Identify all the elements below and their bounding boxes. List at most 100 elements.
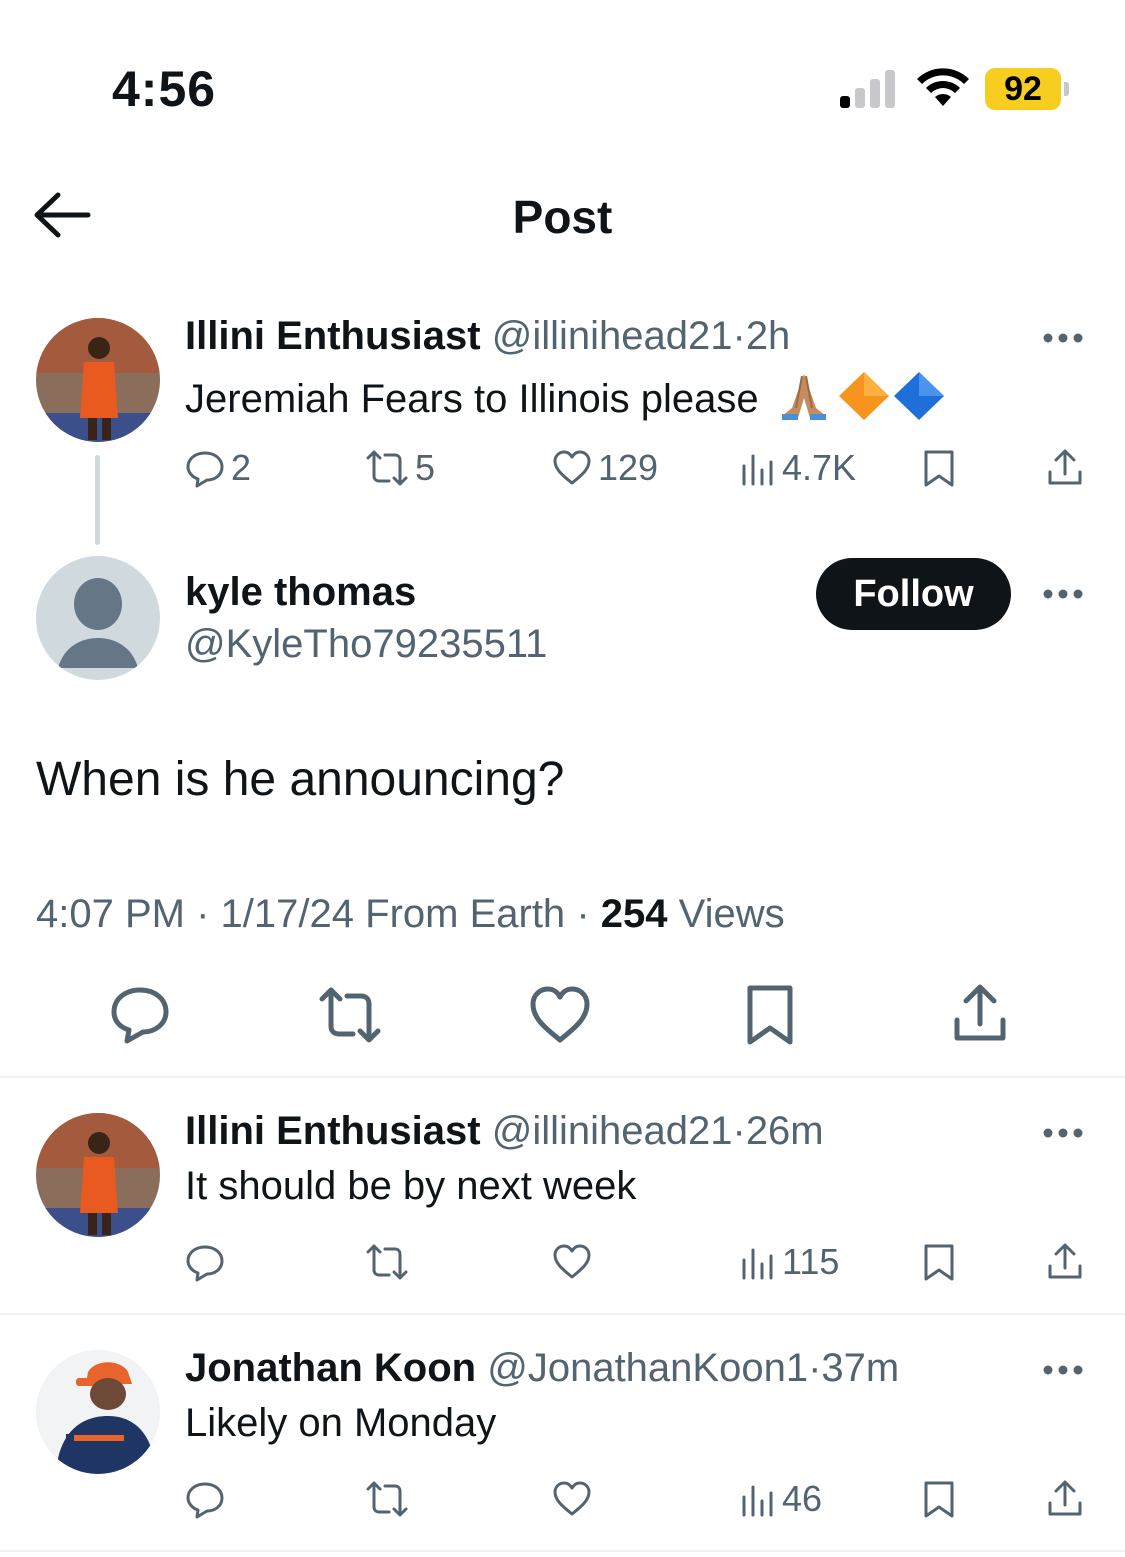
- handle[interactable]: @JonathanKoon1: [487, 1346, 808, 1390]
- follow-button[interactable]: Follow: [816, 558, 1011, 630]
- display-name[interactable]: kyle thomas: [185, 570, 416, 614]
- reply-button[interactable]: 2: [185, 443, 251, 493]
- blue-diamond-icon: [893, 372, 944, 420]
- more-options-icon[interactable]: [1041, 1363, 1085, 1377]
- repost-button[interactable]: 5: [365, 443, 435, 493]
- bookmark-icon: [924, 1481, 954, 1518]
- page-title: Post: [512, 191, 613, 243]
- bookmark-button[interactable]: [922, 1474, 956, 1524]
- battery-indicator: 92: [985, 68, 1073, 110]
- views-button[interactable]: 46: [740, 1474, 822, 1524]
- views-label: Views: [678, 892, 785, 936]
- display-name[interactable]: Illini Enthusiast: [185, 314, 481, 358]
- main-tweet-author-name: kyle thomas: [185, 570, 416, 615]
- share-icon: [1048, 1243, 1082, 1279]
- display-name[interactable]: Illini Enthusiast: [185, 1109, 481, 1153]
- share-icon: [1048, 449, 1082, 485]
- reply-icon: [186, 451, 224, 488]
- separator: ·: [576, 892, 590, 936]
- repost-icon[interactable]: [315, 980, 385, 1050]
- repost-count: 5: [415, 447, 436, 488]
- tweet-text: Jeremiah Fears to Illinois please: [185, 377, 759, 421]
- handle[interactable]: @illinihead21: [492, 314, 733, 358]
- tweet-metadata: 4:07 PM · 1/17/24 From Earth · 254 Views: [36, 892, 785, 937]
- avatar-illini-enthusiast[interactable]: [36, 318, 160, 442]
- repost-icon: [366, 1481, 408, 1517]
- repost-button[interactable]: [365, 1474, 409, 1524]
- views-button[interactable]: 4.7K: [740, 443, 856, 493]
- tweet-age: 2h: [745, 314, 791, 358]
- avatar-kyle-thomas[interactable]: [36, 556, 160, 680]
- more-options-icon[interactable]: [1041, 331, 1085, 345]
- divider: [0, 1076, 1125, 1078]
- repost-icon: [366, 1244, 408, 1280]
- separator: ·: [732, 314, 746, 358]
- heart-icon[interactable]: [525, 980, 595, 1050]
- share-button[interactable]: [1045, 1474, 1085, 1524]
- reply-button[interactable]: [185, 1237, 225, 1287]
- cellular-signal-icon: [840, 70, 895, 108]
- handle[interactable]: @illinihead21: [492, 1109, 733, 1153]
- avatar-jonathan-koon[interactable]: [36, 1350, 160, 1474]
- status-bar: 4:56 92: [0, 0, 1125, 150]
- heart-icon: [553, 450, 591, 485]
- view-count: 4.7K: [782, 447, 857, 488]
- reply-icon: [186, 1245, 224, 1282]
- heart-icon: [553, 1244, 591, 1279]
- display-name[interactable]: Jonathan Koon: [185, 1346, 476, 1390]
- bookmark-icon: [924, 450, 954, 487]
- tweet-source: From Earth: [365, 892, 566, 936]
- bookmark-icon[interactable]: [735, 980, 805, 1050]
- more-options-icon[interactable]: [1041, 587, 1085, 601]
- separator: ·: [808, 1346, 822, 1390]
- status-time: 4:56: [112, 61, 217, 117]
- like-count: 129: [598, 447, 659, 488]
- view-count: 46: [782, 1478, 823, 1519]
- repost-button[interactable]: [365, 1237, 409, 1287]
- battery-level: 92: [1004, 70, 1042, 108]
- header: Post: [0, 160, 1125, 270]
- bookmark-button[interactable]: [922, 1237, 956, 1287]
- like-button[interactable]: 129: [552, 443, 658, 493]
- views-count: 254: [600, 892, 668, 936]
- tweet-time[interactable]: 4:07 PM: [36, 892, 185, 936]
- analytics-icon: [742, 454, 773, 486]
- views-button[interactable]: 115: [740, 1237, 839, 1287]
- reply-button[interactable]: [185, 1474, 225, 1524]
- heart-icon: [553, 1481, 591, 1516]
- reply-icon[interactable]: [105, 980, 175, 1050]
- share-button[interactable]: [1045, 1237, 1085, 1287]
- main-tweet-text: When is he announcing?: [36, 753, 565, 806]
- emoji-group: [781, 372, 944, 420]
- main-tweet-author-handle: @KyleTho79235511: [185, 622, 547, 667]
- like-button[interactable]: [552, 1474, 592, 1524]
- like-button[interactable]: [552, 1237, 592, 1287]
- more-options-icon[interactable]: [1041, 1126, 1085, 1140]
- parent-tweet-header: Illini Enthusiast @illinihead21·2h: [185, 314, 790, 359]
- separator: ·: [732, 1109, 746, 1153]
- bookmark-button[interactable]: [922, 443, 956, 493]
- folded-hands-icon: [781, 374, 826, 420]
- handle[interactable]: @KyleTho79235511: [185, 622, 547, 666]
- share-icon[interactable]: [945, 980, 1015, 1050]
- reply-icon: [186, 1482, 224, 1519]
- reply-count: 2: [231, 447, 252, 488]
- orange-diamond-icon: [838, 372, 889, 420]
- parent-tweet-text: Jeremiah Fears to Illinois please: [185, 368, 946, 422]
- analytics-icon: [742, 1248, 773, 1280]
- avatar-illini-enthusiast[interactable]: [36, 1113, 160, 1237]
- parent-tweet-actions: 2 5 129 4.7K: [180, 443, 1090, 493]
- divider: [0, 1550, 1125, 1552]
- reply-actions: 115: [180, 1237, 1090, 1287]
- tweet-date[interactable]: 1/17/24: [221, 892, 354, 936]
- repost-icon: [366, 450, 408, 486]
- analytics-icon: [742, 1485, 773, 1517]
- reply-text: It should be by next week: [185, 1164, 637, 1208]
- reply-text: Likely on Monday: [185, 1401, 497, 1445]
- separator: ·: [196, 892, 210, 936]
- reply-actions: 46: [180, 1474, 1090, 1524]
- tweet-age: 37m: [821, 1346, 900, 1390]
- tweet-age: 26m: [745, 1109, 824, 1153]
- reply-header: Jonathan Koon @JonathanKoon1·37m: [185, 1346, 899, 1391]
- share-button[interactable]: [1045, 443, 1085, 493]
